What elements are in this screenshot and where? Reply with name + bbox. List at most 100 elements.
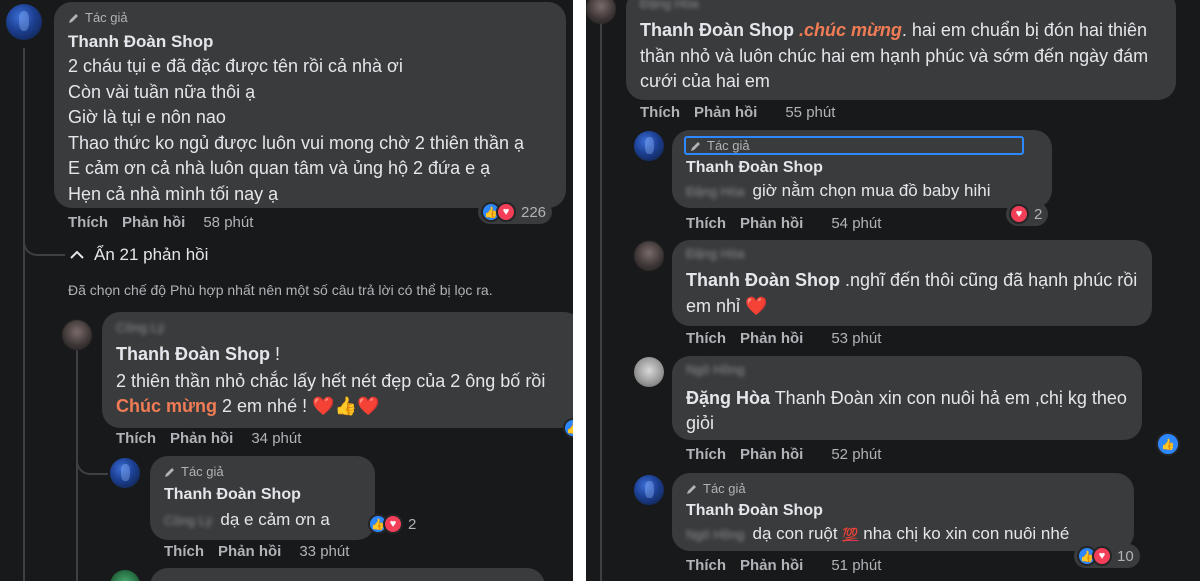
reaction-count: 10 [1117,547,1134,565]
comment-text: Công Lý dạ e cảm ơn a [164,510,330,529]
avatar[interactable] [586,0,616,24]
like-button[interactable]: Thích [686,215,726,232]
love-reaction-icon: ♥ [383,514,403,534]
timestamp[interactable]: 33 phút [299,543,349,560]
mention-blurred[interactable]: Công Lý [164,513,212,528]
like-button[interactable]: Thích [686,330,726,347]
comment-actions: Thích Phản hồi 34 phút [116,430,301,447]
reaction-summary[interactable]: 👍 ♥ 226 [478,200,553,224]
comment-bubble: Đặng Hòa Thanh Đoàn Shop .chúc mừng. hai… [626,0,1176,100]
comment-bubble: Tác giả Thanh Đoàn Shop 2 cháu tụi e đã … [54,2,566,208]
avatar[interactable] [110,458,140,488]
avatar[interactable] [634,357,664,387]
timestamp[interactable]: 55 phút [785,104,835,121]
avatar[interactable] [634,475,664,505]
commenter-name[interactable]: Thanh Đoàn Shop [68,32,213,52]
avatar[interactable] [62,320,92,350]
commenter-name[interactable]: Thanh Đoàn Shop [686,502,823,520]
filter-note: Đã chọn chế độ Phù hợp nhất nên một số c… [68,282,493,298]
highlight-text: .chúc mừng [793,20,902,40]
commenter-name-blurred[interactable]: Ngô Hồng [686,362,753,377]
comment-line: em nhỉ ❤️ [686,296,768,316]
reply-button[interactable]: Phản hồi [740,215,803,232]
timestamp[interactable]: 54 phút [831,215,881,232]
mention-tag[interactable]: Đặng Hòa [686,388,770,408]
reply-button[interactable]: Phản hồi [740,330,803,347]
like-button[interactable]: Thích [686,557,726,574]
commenter-name-blurred[interactable]: Công Lý [116,320,172,335]
comment-actions: Thích Phản hồi 58 phút [68,214,253,231]
reply-button[interactable]: Phản hồi [170,430,233,447]
mention-blurred[interactable]: Đặng Hòa [686,184,745,199]
like-reaction-icon: 👍 [563,418,573,438]
commenter-name-blurred[interactable]: Đặng Hòa [640,0,707,11]
thread-curve [76,455,108,475]
reply-button[interactable]: Phản hồi [740,446,803,463]
highlight-text: Chúc mừng [116,396,218,416]
reaction-summary[interactable]: ♥ 2 [1006,202,1049,226]
reply-button[interactable]: Phản hồi [122,214,185,231]
love-reaction-icon: ♥ [1009,204,1029,224]
comment-line: Còn vài tuần nữa thôi ạ [68,81,256,102]
like-button[interactable]: Thích [164,543,204,560]
author-tag-label: Tác giả [707,138,750,153]
comment-actions: Thích Phản hồi 53 phút [686,330,881,347]
like-reaction-icon[interactable]: 👍 [1156,432,1180,456]
thumbs-up-emoji: 👍 [334,396,357,416]
reaction-count: 2 [408,515,417,533]
commenter-name[interactable]: Thanh Đoàn Shop [164,486,301,504]
timestamp[interactable]: 53 phút [831,330,881,347]
author-badge[interactable]: Tác giả [684,136,1024,155]
author-badge: Tác giả [686,481,746,496]
love-reaction-icon: ♥ [496,202,516,222]
heart-emoji: ❤️ [312,396,335,416]
like-button[interactable]: Thích [116,430,156,447]
timestamp[interactable]: 51 phút [831,557,881,574]
right-screenshot-panel: Đặng Hòa Thanh Đoàn Shop .chúc mừng. hai… [586,0,1200,581]
author-tag-label: Tác giả [703,481,746,496]
mention-blurred[interactable]: Ngô Hồng [686,527,745,542]
like-button[interactable]: Thích [640,104,680,121]
reaction-count: 226 [521,203,547,221]
comment-text: 2 cháu tụi e đã đặc được tên rồi cả nhà … [68,54,524,207]
reaction-summary[interactable]: 👍 ♥ 10 [1074,544,1140,568]
comment-text: Ngô Hồng dạ con ruột 💯 nha chị ko xin con… [686,524,1070,543]
comment-actions: Thích Phản hồi 33 phút [164,543,349,560]
reply-button[interactable]: Phản hồi [694,104,757,121]
avatar[interactable] [634,241,664,271]
comment-text: Đặng Hòa giờ nằm chọn mua đồ baby hihi [686,181,991,200]
comment-line: Thao thức ko ngủ được luôn vui mong chờ … [68,132,524,153]
mention-tag[interactable]: Thanh Đoàn Shop [686,270,840,290]
like-button[interactable]: Thích [68,214,108,231]
comment-line: E cảm ơn cả nhà luôn quan tâm và ủng hộ … [68,158,491,178]
love-reaction-icon: ♥ [1092,546,1112,566]
timestamp[interactable]: 52 phút [831,446,881,463]
commenter-name[interactable]: Thanh Đoàn Shop [686,159,823,177]
mention-tag[interactable]: Thanh Đoàn Shop [116,344,270,364]
chevron-up-icon [70,250,84,259]
thread-line [23,48,25,581]
author-badge: Tác giả [68,10,128,25]
heart-emoji: ❤️ [356,396,380,416]
avatar[interactable] [110,570,140,581]
hide-replies-toggle[interactable]: Ẩn 21 phản hồi [70,245,208,265]
mention-tag[interactable]: Thanh Đoàn Shop [640,20,794,40]
left-screenshot-panel: Tác giả Thanh Đoàn Shop 2 cháu tụi e đã … [0,0,573,581]
comment-bubble: Tác giả Thanh Đoàn Shop Ngô Hồng dạ con r… [672,473,1134,551]
avatar[interactable] [634,131,664,161]
timestamp[interactable]: 58 phút [203,214,253,231]
avatar[interactable] [6,4,42,40]
timestamp[interactable]: 34 phút [251,430,301,447]
pencil-icon [69,13,78,23]
reaction-summary[interactable]: 👍 ♥ 2 [365,512,422,536]
comment-line: Chúc mừng 2 em nhé ! ❤️👍❤️ [116,396,380,416]
reply-button[interactable]: Phản hồi [740,557,803,574]
commenter-name-blurred[interactable]: Đặng Hòa [686,246,753,261]
comment-actions: Thích Phản hồi 55 phút [640,104,835,121]
comment-actions: Thích Phản hồi 52 phút [686,446,881,463]
like-button[interactable]: Thích [686,446,726,463]
comment-actions: Thích Phản hồi 54 phút [686,215,881,232]
hundred-emoji: 💯 [842,527,859,542]
reply-button[interactable]: Phản hồi [218,543,281,560]
comment-line: Đặng Hòa Thanh Đoàn xin con nuôi hả em ,… [686,388,1127,408]
